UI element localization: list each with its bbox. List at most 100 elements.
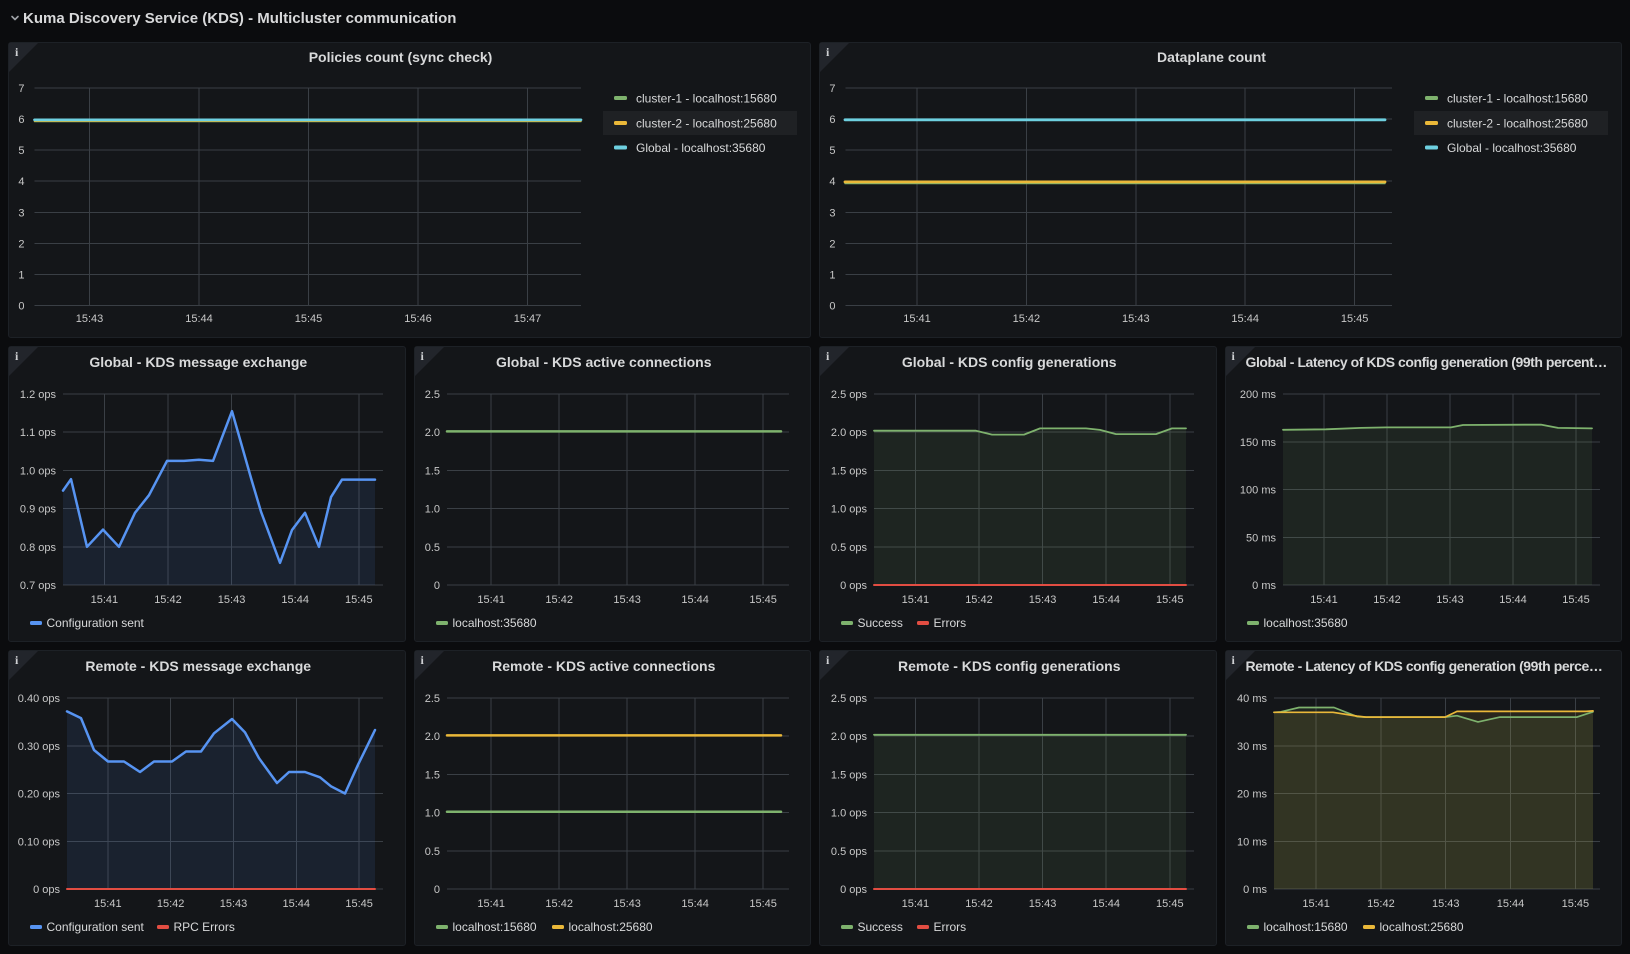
- svg-text:5: 5: [18, 145, 24, 157]
- svg-text:localhost:15680: localhost:15680: [452, 920, 536, 934]
- svg-text:1.5: 1.5: [424, 769, 439, 781]
- svg-text:15:47: 15:47: [514, 313, 542, 325]
- svg-text:localhost:35680: localhost:35680: [452, 616, 536, 630]
- svg-text:6: 6: [18, 114, 24, 126]
- svg-text:15:44: 15:44: [281, 594, 309, 606]
- svg-text:3: 3: [829, 207, 835, 219]
- svg-text:15:41: 15:41: [903, 313, 931, 325]
- svg-text:Global - localhost:35680: Global - localhost:35680: [1447, 141, 1577, 155]
- svg-text:15:42: 15:42: [1373, 594, 1401, 606]
- svg-text:15:44: 15:44: [681, 594, 709, 606]
- svg-text:2: 2: [829, 238, 835, 250]
- svg-text:cluster-1 - localhost:15680: cluster-1 - localhost:15680: [636, 92, 777, 106]
- svg-text:15:45: 15:45: [1562, 594, 1590, 606]
- svg-text:200 ms: 200 ms: [1239, 389, 1276, 401]
- svg-text:0.5: 0.5: [424, 846, 439, 858]
- svg-text:15:42: 15:42: [965, 898, 993, 910]
- svg-text:Global - localhost:35680: Global - localhost:35680: [636, 141, 766, 155]
- svg-text:15:45: 15:45: [749, 594, 777, 606]
- svg-text:7: 7: [829, 83, 835, 95]
- svg-text:30 ms: 30 ms: [1237, 741, 1267, 753]
- svg-text:15:43: 15:43: [1431, 898, 1459, 910]
- svg-text:15:43: 15:43: [220, 898, 248, 910]
- svg-text:0: 0: [433, 884, 439, 896]
- svg-text:50 ms: 50 ms: [1246, 532, 1276, 544]
- svg-text:15:45: 15:45: [1156, 898, 1184, 910]
- svg-text:0 ops: 0 ops: [840, 580, 867, 592]
- svg-text:15:41: 15:41: [902, 594, 930, 606]
- svg-text:15:41: 15:41: [91, 594, 119, 606]
- svg-text:15:46: 15:46: [404, 313, 432, 325]
- svg-text:4: 4: [18, 176, 24, 188]
- svg-text:0 ms: 0 ms: [1243, 884, 1267, 896]
- svg-text:15:42: 15:42: [545, 594, 573, 606]
- svg-text:15:43: 15:43: [218, 594, 246, 606]
- svg-text:15:44: 15:44: [1092, 594, 1120, 606]
- svg-text:15:44: 15:44: [681, 898, 709, 910]
- svg-text:Errors: Errors: [934, 616, 967, 630]
- svg-text:15:41: 15:41: [1302, 898, 1330, 910]
- svg-text:0.5 ops: 0.5 ops: [831, 542, 868, 554]
- svg-text:2: 2: [18, 238, 24, 250]
- svg-text:localhost:15680: localhost:15680: [1263, 920, 1347, 934]
- svg-text:15:42: 15:42: [545, 898, 573, 910]
- svg-text:0.7 ops: 0.7 ops: [20, 580, 57, 592]
- svg-text:15:42: 15:42: [1367, 898, 1395, 910]
- svg-text:2.5: 2.5: [424, 389, 439, 401]
- svg-text:0.5 ops: 0.5 ops: [831, 846, 868, 858]
- svg-text:20 ms: 20 ms: [1237, 789, 1267, 801]
- svg-text:1.5: 1.5: [424, 465, 439, 477]
- svg-text:cluster-1 - localhost:15680: cluster-1 - localhost:15680: [1447, 92, 1588, 106]
- svg-text:15:41: 15:41: [477, 898, 505, 910]
- svg-text:15:42: 15:42: [965, 594, 993, 606]
- svg-text:150 ms: 150 ms: [1239, 437, 1276, 449]
- svg-text:2.5: 2.5: [424, 693, 439, 705]
- svg-text:3: 3: [18, 207, 24, 219]
- svg-text:15:43: 15:43: [613, 898, 641, 910]
- svg-text:Success: Success: [858, 616, 903, 630]
- svg-text:15:45: 15:45: [295, 313, 323, 325]
- svg-text:2.0: 2.0: [424, 731, 439, 743]
- svg-text:1.0: 1.0: [424, 808, 439, 820]
- svg-text:0.20 ops: 0.20 ops: [18, 789, 61, 801]
- svg-text:localhost:35680: localhost:35680: [1263, 616, 1347, 630]
- svg-text:15:43: 15:43: [1122, 313, 1150, 325]
- svg-text:0: 0: [433, 580, 439, 592]
- svg-text:cluster-2 - localhost:25680: cluster-2 - localhost:25680: [636, 117, 777, 131]
- svg-text:RPC Errors: RPC Errors: [174, 920, 235, 934]
- svg-text:40 ms: 40 ms: [1237, 693, 1267, 705]
- svg-text:4: 4: [829, 176, 835, 188]
- svg-text:15:44: 15:44: [1231, 313, 1259, 325]
- svg-text:15:42: 15:42: [157, 898, 185, 910]
- svg-text:1.0 ops: 1.0 ops: [20, 465, 57, 477]
- svg-text:15:45: 15:45: [1561, 898, 1589, 910]
- svg-text:1: 1: [829, 269, 835, 281]
- svg-text:15:45: 15:45: [1341, 313, 1369, 325]
- svg-text:0.5: 0.5: [424, 542, 439, 554]
- svg-text:1.0 ops: 1.0 ops: [831, 504, 868, 516]
- svg-text:6: 6: [829, 114, 835, 126]
- svg-text:2.0: 2.0: [424, 427, 439, 439]
- svg-text:0.9 ops: 0.9 ops: [20, 504, 57, 516]
- svg-text:15:44: 15:44: [1496, 898, 1524, 910]
- svg-text:1.0: 1.0: [424, 504, 439, 516]
- svg-text:0.40 ops: 0.40 ops: [18, 693, 61, 705]
- svg-text:100 ms: 100 ms: [1239, 485, 1276, 497]
- svg-text:2.5 ops: 2.5 ops: [831, 693, 868, 705]
- svg-text:Errors: Errors: [934, 920, 967, 934]
- svg-text:Configuration sent: Configuration sent: [47, 616, 145, 630]
- svg-text:15:45: 15:45: [749, 898, 777, 910]
- svg-text:1: 1: [18, 269, 24, 281]
- svg-text:15:43: 15:43: [1436, 594, 1464, 606]
- svg-text:15:41: 15:41: [94, 898, 122, 910]
- svg-text:localhost:25680: localhost:25680: [568, 920, 652, 934]
- svg-text:15:44: 15:44: [1499, 594, 1527, 606]
- svg-text:15:44: 15:44: [185, 313, 213, 325]
- svg-text:15:44: 15:44: [1092, 898, 1120, 910]
- svg-text:2.0 ops: 2.0 ops: [831, 731, 868, 743]
- svg-text:15:43: 15:43: [76, 313, 104, 325]
- svg-text:0.10 ops: 0.10 ops: [18, 836, 61, 848]
- svg-text:15:43: 15:43: [613, 594, 641, 606]
- svg-text:1.5 ops: 1.5 ops: [831, 465, 868, 477]
- svg-text:15:42: 15:42: [154, 594, 182, 606]
